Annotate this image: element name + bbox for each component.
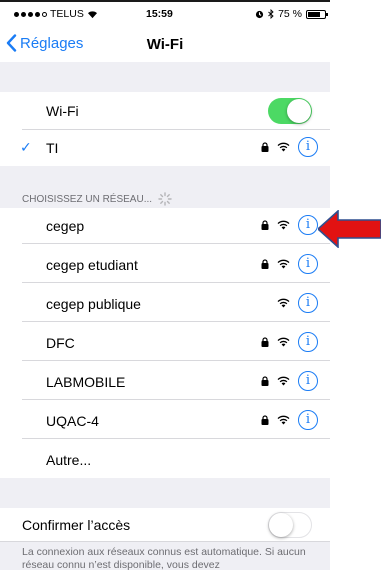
network-icons: i [261,254,318,274]
wifi-icon [277,415,290,425]
connected-network-name: TI [46,140,59,156]
status-right: 75 % [255,8,328,20]
checkmark-icon: ✓ [20,139,32,155]
network-row-cegep[interactable]: cegep i [0,208,330,244]
lock-icon [261,259,269,269]
info-icon[interactable]: i [298,254,318,274]
status-time: 15:59 [146,8,173,20]
connected-network-row[interactable]: ✓ TI i [0,130,330,166]
footer-note: La connexion aux réseaux connus est auto… [22,546,306,570]
network-name: UQAC-4 [46,413,99,429]
wifi-toggle[interactable] [268,98,312,124]
wifi-icon [277,220,290,230]
network-name: LABMOBILE [46,374,126,390]
network-name: cegep [46,218,85,234]
spinner-icon [158,192,172,206]
info-icon[interactable]: i [298,410,318,430]
network-icons: i [261,215,318,235]
lock-icon [261,142,269,152]
networks-header-label: CHOISISSEZ UN RÉSEAU... [22,193,153,205]
network-icons: i [261,371,318,391]
network-row-labmobile[interactable]: LABMOBILE i [0,364,330,400]
network-name: cegep etudiant [46,257,138,273]
ask-join-toggle[interactable] [268,512,312,538]
network-row-dfc[interactable]: DFC i [0,325,330,361]
info-icon[interactable]: i [298,371,318,391]
lock-icon [261,337,269,347]
network-icons: i [261,293,318,313]
battery-percent: 75 % [278,8,302,20]
wifi-label: Wi-Fi [46,103,79,119]
bluetooth-icon [268,9,274,19]
page-title: Wi-Fi [146,36,184,53]
carrier-name: TELUS [50,8,84,20]
other-network-row[interactable]: Autre... [0,442,330,478]
info-icon[interactable]: i [298,332,318,352]
info-icon[interactable]: i [298,215,318,235]
wifi-icon [277,259,290,269]
row-separator [22,321,330,322]
section-spacer-bottom [0,478,330,508]
info-icon[interactable]: i [298,293,318,313]
lock-icon [261,376,269,386]
wifi-toggle-row: Wi-Fi [0,92,330,130]
wifi-status-icon [87,10,97,18]
network-row-cegep-publique[interactable]: cegep publique i [0,286,330,322]
red-arrow-icon [318,210,381,248]
network-name: DFC [46,335,75,351]
lock-icon [261,415,269,425]
networks-section-header: CHOISISSEZ UN RÉSEAU... [22,192,172,206]
other-network-label: Autre... [46,452,92,468]
signal-dots-icon [14,11,47,17]
network-icons: i [261,410,318,430]
wifi-icon [277,337,290,347]
section-spacer-top [0,62,330,92]
top-border [0,0,330,2]
network-icons: i [261,332,318,352]
row-separator [22,282,330,283]
status-bar: TELUS 15:59 75 % [14,6,328,22]
row-separator [22,243,330,244]
lock-icon [261,220,269,230]
alarm-icon [255,10,264,18]
ask-join-row: Confirmer l’accès [0,508,330,542]
wifi-icon [277,142,290,152]
wifi-icon [277,298,290,308]
info-icon[interactable]: i [298,137,318,157]
wifi-icon [277,376,290,386]
row-separator [22,360,330,361]
network-row-cegep-etudiant[interactable]: cegep etudiant i [0,247,330,283]
ask-join-label: Confirmer l’accès [22,517,131,533]
navigation-bar: Réglages Wi-Fi [0,26,330,62]
network-row-uqac-4[interactable]: UQAC-4 i [0,403,330,439]
row-separator [22,399,330,400]
row-separator [22,438,330,439]
network-name: cegep publique [46,296,141,312]
carrier-group: TELUS [14,8,98,20]
battery-icon [306,9,328,19]
network-icons: i [261,137,318,157]
